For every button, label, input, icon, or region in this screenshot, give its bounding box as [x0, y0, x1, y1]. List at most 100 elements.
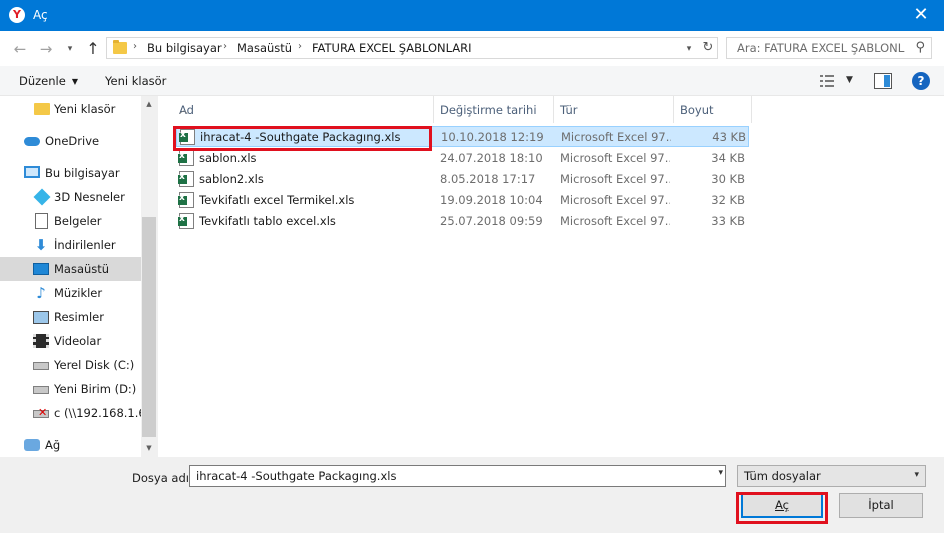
- filename-value: ihracat-4 -Southgate Packagıng.xls: [196, 469, 397, 483]
- file-name: Tevkifatlı tablo excel.xls: [199, 214, 336, 228]
- organize-label: Düzenle: [19, 74, 66, 88]
- videos-icon: [33, 334, 49, 348]
- yandex-browser-icon: Y: [9, 7, 25, 23]
- cancel-button[interactable]: İptal: [839, 493, 923, 518]
- file-date: 25.07.2018 09:59: [440, 214, 543, 228]
- sidebar-item-videos[interactable]: Videolar: [0, 329, 141, 353]
- document-icon: [35, 213, 48, 229]
- network-icon: [24, 439, 40, 451]
- close-button[interactable]: ✕: [898, 0, 944, 31]
- excel-file-icon: [178, 171, 194, 187]
- refresh-icon[interactable]: ↻: [699, 39, 717, 57]
- file-type-value: Tüm dosyalar: [744, 469, 821, 483]
- sidebar-item-onedrive[interactable]: OneDrive: [0, 129, 141, 153]
- cloud-icon: [24, 137, 40, 146]
- file-date: 10.10.2018 12:19: [441, 130, 544, 144]
- up-arrow-icon[interactable]: ↑: [83, 39, 103, 59]
- sort-ascending-icon: ︿: [179, 106, 189, 116]
- file-type-select[interactable]: Tüm dosyalar ▾: [737, 465, 926, 487]
- breadcrumb-chevron-icon[interactable]: ›: [133, 41, 137, 52]
- sidebar-item-label: Müzikler: [54, 286, 103, 300]
- breadcrumb-current-folder[interactable]: FATURA EXCEL ŞABLONLARI: [312, 41, 472, 55]
- help-icon[interactable]: ?: [912, 72, 930, 90]
- highlight-box: [736, 492, 828, 524]
- scroll-down-icon[interactable]: ▼: [141, 440, 157, 457]
- scrollbar-thumb[interactable]: [142, 217, 156, 437]
- computer-icon: [24, 166, 40, 178]
- music-icon: ♪: [36, 284, 46, 302]
- sidebar-item-3d-objects[interactable]: 3D Nesneler: [0, 185, 141, 209]
- filename-label: Dosya adı:: [132, 471, 193, 485]
- file-name: Tevkifatlı excel Termikel.xls: [199, 193, 355, 207]
- sidebar-item-this-pc[interactable]: Bu bilgisayar: [0, 161, 141, 185]
- file-size: 32 KB: [711, 193, 745, 207]
- breadcrumb-chevron-icon[interactable]: ›: [223, 41, 227, 52]
- address-history-chevron-icon[interactable]: ▾: [679, 40, 699, 58]
- chevron-down-icon: ▼: [71, 77, 78, 86]
- recent-locations-chevron-icon[interactable]: ▾: [60, 39, 80, 59]
- change-view-button[interactable]: ▼: [820, 74, 860, 90]
- back-arrow-icon[interactable]: ←: [10, 39, 30, 59]
- column-header-size[interactable]: Boyut: [674, 96, 752, 123]
- excel-file-icon: [178, 213, 194, 229]
- file-size: 33 KB: [711, 214, 745, 228]
- sidebar-item-label: 3D Nesneler: [54, 190, 125, 204]
- sidebar-item-label: Videolar: [54, 334, 102, 348]
- file-row[interactable]: Tevkifatlı excel Termikel.xls 19.09.2018…: [176, 190, 749, 211]
- file-row[interactable]: Tevkifatlı tablo excel.xls 25.07.2018 09…: [176, 211, 749, 232]
- sidebar-item-new-volume-d[interactable]: Yeni Birim (D:): [0, 377, 141, 401]
- breadcrumb-this-pc[interactable]: Bu bilgisayar: [147, 41, 222, 55]
- scroll-up-icon[interactable]: ▲: [141, 96, 157, 113]
- organize-button[interactable]: Düzenle ▼: [19, 74, 78, 88]
- address-bar[interactable]: › Bu bilgisayar › Masaüstü › FATURA EXCE…: [106, 37, 718, 59]
- column-header-type[interactable]: Tür: [554, 96, 674, 123]
- sidebar-item-downloads[interactable]: ⬇ İndirilenler: [0, 233, 141, 257]
- sidebar-item-network-drive[interactable]: ✕ c (\\192.168.1.6): [0, 401, 150, 425]
- sidebar-scrollbar[interactable]: ▲ ▼: [141, 96, 157, 457]
- sidebar-item-network[interactable]: Ağ: [0, 433, 141, 457]
- sidebar-item-label: Masaüstü: [54, 262, 110, 276]
- highlight-box: [173, 126, 432, 151]
- file-type: Microsoft Excel 97...: [560, 172, 670, 186]
- file-type: Microsoft Excel 97...: [560, 193, 670, 207]
- filename-input[interactable]: ihracat-4 -Southgate Packagıng.xls ▾: [189, 465, 726, 487]
- sidebar-item-label: Yeni klasör: [54, 102, 116, 116]
- folder-icon: [34, 103, 50, 115]
- sidebar-item-label: Ağ: [45, 438, 61, 452]
- navigation-bar: ← → ▾ ↑ › Bu bilgisayar › Masaüstü › FAT…: [0, 31, 944, 66]
- sidebar-item-new-folder[interactable]: Yeni klasör: [0, 97, 141, 121]
- new-folder-button[interactable]: Yeni klasör: [105, 74, 166, 88]
- window-title: Aç: [33, 8, 48, 22]
- search-icon[interactable]: ⚲: [915, 40, 925, 55]
- sidebar-item-pictures[interactable]: Resimler: [0, 305, 141, 329]
- chevron-down-icon[interactable]: ▾: [718, 468, 723, 478]
- file-size: 34 KB: [711, 151, 745, 165]
- column-header-label: Değiştirme tarihi: [440, 103, 537, 117]
- sidebar-item-local-disk-c[interactable]: Yerel Disk (C:): [0, 353, 141, 377]
- file-size: 30 KB: [711, 172, 745, 186]
- breadcrumb-chevron-icon[interactable]: ›: [298, 41, 302, 52]
- navigation-pane: Yeni klasör OneDrive Bu bilgisayar 3D Ne…: [0, 96, 157, 457]
- file-date: 8.05.2018 17:17: [440, 172, 536, 186]
- chevron-down-icon: ▼: [846, 75, 853, 85]
- search-input[interactable]: Ara: FATURA EXCEL ŞABLONLARI ⚲: [726, 37, 932, 59]
- drive-icon: [33, 386, 49, 394]
- sidebar-item-label: Yerel Disk (C:): [54, 358, 135, 372]
- file-row[interactable]: sablon.xls 24.07.2018 18:10 Microsoft Ex…: [176, 148, 749, 169]
- sidebar-item-music[interactable]: ♪ Müzikler: [0, 281, 141, 305]
- file-date: 19.09.2018 10:04: [440, 193, 543, 207]
- breadcrumb-desktop[interactable]: Masaüstü: [237, 41, 292, 55]
- file-row[interactable]: sablon2.xls 8.05.2018 17:17 Microsoft Ex…: [176, 169, 749, 190]
- file-type: Microsoft Excel 97...: [561, 130, 671, 144]
- sidebar-item-label: Resimler: [54, 310, 104, 324]
- file-name: sablon2.xls: [199, 172, 264, 186]
- preview-pane-icon[interactable]: [874, 73, 892, 89]
- forward-arrow-icon[interactable]: →: [36, 39, 56, 59]
- sidebar-item-label: Yeni Birim (D:): [54, 382, 137, 396]
- sidebar-item-documents[interactable]: Belgeler: [0, 209, 141, 233]
- column-header-label: Tür: [560, 103, 578, 117]
- chevron-down-icon: ▾: [914, 470, 919, 480]
- column-header-name[interactable]: Ad ︿: [173, 96, 434, 123]
- sidebar-item-desktop[interactable]: Masaüstü: [0, 257, 141, 281]
- column-header-date[interactable]: Değiştirme tarihi: [434, 96, 554, 123]
